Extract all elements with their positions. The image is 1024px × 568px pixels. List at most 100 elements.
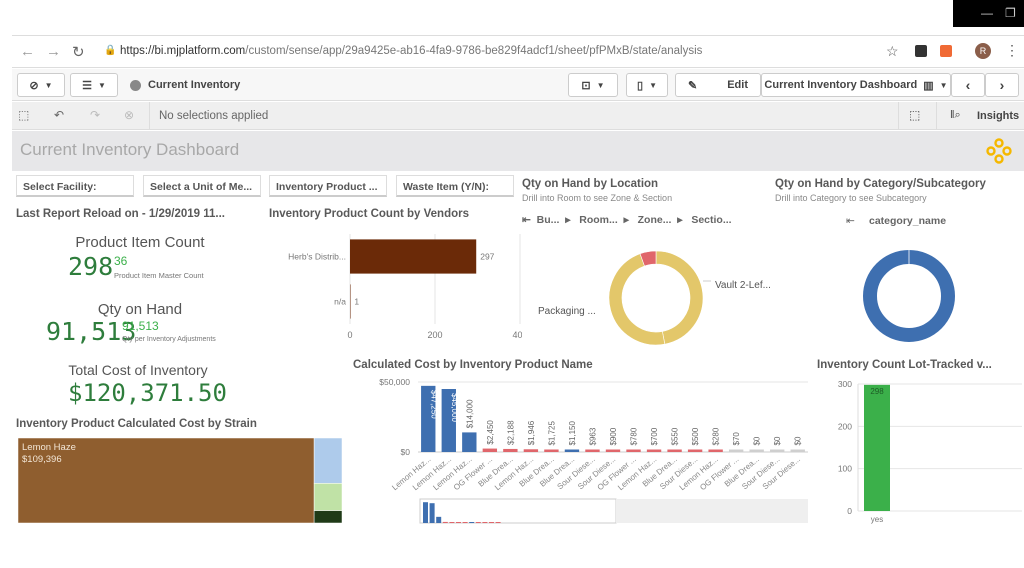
qlik-toolbar: ⊘ ▼ ☰ ▼ Current Inventory ⊡ ▼ ▯ ▼ ✎ Edit Curr… xyxy=(12,69,1024,101)
treemap-cell xyxy=(313,438,342,484)
location-chart-title: Qty on Hand by Location xyxy=(522,178,659,190)
selections-bar: ⬚ ↶ ↷ ⊗ No selections applied ⬚ ‖⌕ Insig… xyxy=(12,102,1024,130)
sheet-name: Current Inventory Dashboard xyxy=(764,79,918,91)
drill-building[interactable]: Bu... xyxy=(537,214,560,226)
edit-button[interactable]: ✎ Edit xyxy=(675,73,761,97)
y-tick-label: 0 xyxy=(847,506,852,516)
selection-tool-icon[interactable]: ⬚ xyxy=(909,108,920,122)
lot-tracked-chart[interactable]: 0 100 200 300 298 yes xyxy=(812,374,1024,524)
filter-unit-of-measure[interactable]: Select a Unit of Me... xyxy=(143,175,261,197)
mini-bar xyxy=(489,522,494,523)
back-icon[interactable]: ← xyxy=(20,43,35,60)
bar xyxy=(646,449,662,452)
menu-icon[interactable]: ⋮ xyxy=(1005,42,1019,59)
drill-room[interactable]: Room... xyxy=(579,214,618,226)
extension-g-icon[interactable] xyxy=(940,45,952,57)
bar-value-label: $70 xyxy=(732,432,741,446)
bar xyxy=(523,449,539,452)
category-dimension[interactable]: category_name xyxy=(869,215,946,227)
mini-bar xyxy=(423,502,428,523)
mini-bar xyxy=(462,522,468,523)
drill-icon: ⇤ xyxy=(846,215,855,227)
chevron-down-icon: ▼ xyxy=(596,80,605,90)
mini-bar xyxy=(495,522,501,523)
minimize-icon[interactable]: — xyxy=(981,6,993,20)
extension-icon[interactable] xyxy=(915,45,927,57)
donut-slice xyxy=(608,253,666,346)
treemap-title: Inventory Product Calculated Cost by Str… xyxy=(16,418,257,430)
kpi-product-item-count-value: 298 xyxy=(68,252,114,281)
smart-search-icon[interactable]: ⬚ xyxy=(18,108,29,122)
kpi-total-cost-value: $120,371.50 xyxy=(68,379,227,407)
step-forward-icon[interactable]: ↷ xyxy=(90,108,100,122)
window-controls: — ❐ xyxy=(953,0,1024,27)
filter-facility[interactable]: Select Facility: xyxy=(16,175,134,197)
x-tick-label: 0 xyxy=(347,330,352,340)
category-donut-chart[interactable] xyxy=(812,231,1012,356)
location-donut-chart[interactable]: Vault 2-Lef... Packaging ... xyxy=(517,231,787,356)
location-drill-path: ⇤ Bu... ▸ Room... ▸ Zone... ▸ Sectio... xyxy=(522,214,732,226)
kpi-product-item-master-value: 36 xyxy=(114,254,128,268)
next-sheet-button[interactable]: › xyxy=(985,73,1019,97)
treemap-cell-value: $109,396 xyxy=(22,454,62,465)
strain-treemap[interactable]: Lemon Haze$109,396 xyxy=(18,438,342,523)
bar-value-label: $280 xyxy=(712,427,721,445)
url-text[interactable]: https://bi.mjplatform.com/custom/sense/a… xyxy=(120,45,702,57)
sheet-area: Current Inventory Dashboard Select Facil… xyxy=(12,131,1024,541)
bookmark-icon: ▯ xyxy=(637,79,644,92)
bar-value-label: $0 xyxy=(773,436,782,445)
present-button[interactable]: ⊡ ▼ xyxy=(568,73,618,97)
profile-avatar[interactable]: R xyxy=(975,43,991,59)
step-back-icon[interactable]: ↶ xyxy=(54,108,64,122)
bar xyxy=(790,449,805,452)
lot-chart-title: Inventory Count Lot-Tracked v... xyxy=(817,359,992,371)
cost-chart-title: Calculated Cost by Inventory Product Nam… xyxy=(353,359,593,371)
sheet-selector[interactable]: Current Inventory Dashboard ▥ ▼ xyxy=(761,73,951,97)
star-icon[interactable]: ☆ xyxy=(886,43,899,60)
cost-bar-chart[interactable]: $50,000$0$47,250Lemon Haz...$45,000Lemon… xyxy=(352,374,812,537)
bar-value-label: $500 xyxy=(691,427,700,445)
filter-waste-item[interactable]: Waste Item (Y/N): xyxy=(396,175,514,197)
url-path: /custom/sense/app/29a9425e-ab16-4fa9-978… xyxy=(245,45,703,57)
forward-icon[interactable]: → xyxy=(46,43,61,60)
mini-bar xyxy=(442,521,448,523)
bar-value-label: $2,188 xyxy=(506,420,515,445)
bar xyxy=(605,449,621,452)
chevron-left-icon: ‹ xyxy=(965,77,971,93)
kpi-qty-adjustments-value: 91,513 xyxy=(122,319,159,333)
reload-icon[interactable]: ↻ xyxy=(72,43,85,61)
clear-selections-icon[interactable]: ⊗ xyxy=(124,108,134,122)
bookmark-button[interactable]: ▯ ▼ xyxy=(626,73,668,97)
treemap-cell xyxy=(313,510,342,523)
slice-label: Vault 2-Lef... xyxy=(715,280,771,291)
bar-value-label: $47,250 xyxy=(429,390,438,419)
bar-value-label: $550 xyxy=(671,427,680,445)
x-tick-label: 200 xyxy=(427,330,442,340)
drill-section[interactable]: Sectio... xyxy=(691,214,731,226)
kpi-product-item-master-label: Product Item Master Count xyxy=(114,271,204,280)
navigation-menu-button[interactable]: ⊘ ▼ xyxy=(17,73,65,97)
y-tick-label: $0 xyxy=(401,447,411,457)
bar-value-label: 298 xyxy=(870,387,884,396)
global-menu-button[interactable]: ☰ ▼ xyxy=(70,73,118,97)
previous-sheet-button[interactable]: ‹ xyxy=(951,73,985,97)
chevron-down-icon: ▼ xyxy=(97,80,106,90)
restore-icon[interactable]: ❐ xyxy=(1005,6,1016,20)
bar xyxy=(350,239,477,274)
bar xyxy=(350,284,351,319)
mini-bar xyxy=(449,522,455,523)
vendors-chart-title: Inventory Product Count by Vendors xyxy=(269,208,469,220)
address-bar[interactable]: 🔒 https://bi.mjplatform.com/custom/sense… xyxy=(96,40,916,64)
mini-bar xyxy=(456,522,461,523)
vendors-chart[interactable]: 0200400Herb's Distrib...297n/a1 xyxy=(262,226,522,346)
y-category-label: n/a xyxy=(334,297,346,307)
bar xyxy=(585,449,600,452)
drill-zone[interactable]: Zone... xyxy=(638,214,672,226)
bar xyxy=(564,449,580,452)
bar-value-label: $45,000 xyxy=(450,393,459,422)
insights-button[interactable]: Insights xyxy=(977,110,1019,122)
presentation-icon: ⊡ xyxy=(581,79,591,92)
bar-value-label: $780 xyxy=(630,427,639,445)
filter-inventory-product[interactable]: Inventory Product ... xyxy=(269,175,387,197)
insights-icon: ‖⌕ xyxy=(950,109,961,121)
